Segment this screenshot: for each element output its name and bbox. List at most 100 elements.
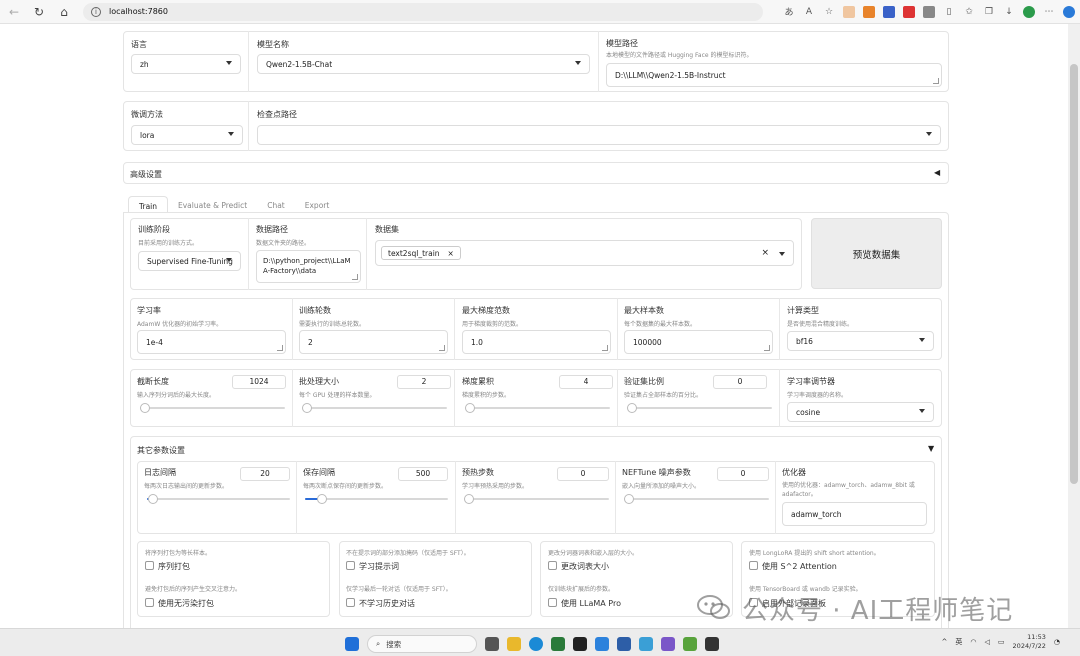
extension-icon[interactable] [843, 5, 855, 18]
lang-select[interactable]: zh [131, 54, 241, 74]
app-icon[interactable] [551, 637, 565, 651]
neat-packing-checkbox[interactable] [145, 598, 154, 607]
extension-icon[interactable] [863, 5, 875, 18]
data-dir-input[interactable]: D:\\python_project\\LLaMA-Factory\\data [256, 250, 361, 283]
collapse-arrow-icon[interactable]: ◀ [934, 168, 940, 177]
finetune-select[interactable]: lora [131, 125, 243, 145]
volume-icon[interactable]: ◁ [985, 638, 990, 646]
grad-acc-number[interactable]: 4 [559, 375, 613, 389]
app-icon[interactable] [639, 637, 653, 651]
wifi-icon[interactable]: ◠ [970, 638, 976, 646]
clear-icon[interactable]: × [761, 248, 769, 258]
download-icon[interactable]: ↓ [1003, 6, 1015, 18]
epochs-input[interactable]: 2 [299, 330, 448, 354]
slider-handle[interactable] [465, 403, 475, 413]
slider-handle[interactable] [624, 494, 634, 504]
notification-bell-icon[interactable]: ◔ [1054, 638, 1060, 646]
optim-input[interactable]: adamw_torch [782, 502, 927, 526]
warmup-number[interactable]: 0 [557, 467, 609, 481]
mask-history-checkbox[interactable] [346, 598, 355, 607]
cutoff-slider[interactable] [140, 403, 285, 413]
task-view-icon[interactable] [485, 637, 499, 651]
sched-select[interactable]: cosine [787, 402, 934, 422]
ime-indicator[interactable]: 英 [955, 637, 962, 647]
batch-slider[interactable] [302, 403, 447, 413]
save-slider[interactable] [305, 494, 448, 504]
resize-grip-icon[interactable] [277, 345, 283, 351]
resize-grip-icon[interactable] [439, 345, 445, 351]
model-path-input[interactable]: D:\\LLM\\Qwen2-1.5B-Instruct [606, 63, 942, 87]
scrollbar-thumb[interactable] [1070, 64, 1078, 484]
terminal-icon[interactable] [705, 637, 719, 651]
model-name-select[interactable]: Qwen2-1.5B-Chat [257, 54, 590, 74]
site-info-icon[interactable]: i [91, 6, 101, 17]
translate-icon[interactable]: あ [783, 6, 795, 18]
shift-attn-checkbox[interactable] [749, 561, 758, 570]
extension-icon[interactable] [903, 5, 915, 18]
grad-acc-slider[interactable] [465, 403, 610, 413]
train-on-prompt-checkbox[interactable] [346, 561, 355, 570]
app-icon[interactable] [683, 637, 697, 651]
read-aloud-icon[interactable]: A [803, 6, 815, 18]
neft-number[interactable]: 0 [717, 467, 769, 481]
app-icon[interactable] [617, 637, 631, 651]
clock[interactable]: 11:53 2024/7/22 [1013, 633, 1046, 651]
log-slider[interactable] [147, 494, 290, 504]
reload-icon[interactable]: ↻ [28, 1, 50, 23]
grad-norm-input[interactable]: 1.0 [462, 330, 611, 354]
lr-input[interactable]: 1e-4 [137, 330, 286, 354]
slider-handle[interactable] [464, 494, 474, 504]
more-icon[interactable]: ⋯ [1043, 6, 1055, 18]
app-icon[interactable] [661, 637, 675, 651]
save-number[interactable]: 500 [398, 467, 448, 481]
chevron-up-icon[interactable]: ^ [942, 638, 948, 646]
resize-grip-icon[interactable] [764, 345, 770, 351]
extension-icon[interactable] [883, 5, 895, 18]
stage-select[interactable]: Supervised Fine-Tuning [138, 251, 241, 271]
resize-grip-icon[interactable] [602, 345, 608, 351]
resize-grip-icon[interactable] [352, 274, 358, 280]
battery-icon[interactable]: ▭ [998, 638, 1005, 646]
collections-icon[interactable]: ❐ [983, 6, 995, 18]
slider-handle[interactable] [140, 403, 150, 413]
copilot-icon[interactable] [1063, 5, 1075, 18]
batch-number[interactable]: 2 [397, 375, 451, 389]
val-number[interactable]: 0 [713, 375, 767, 389]
ckpt-select[interactable] [257, 125, 941, 145]
favorite-star-icon[interactable]: ☆ [823, 6, 835, 18]
slider-handle[interactable] [148, 494, 158, 504]
other-params-title[interactable]: 其它参数设置 [137, 445, 185, 456]
cutoff-number[interactable]: 1024 [232, 375, 286, 389]
page-scrollbar[interactable] [1068, 24, 1080, 628]
slider-handle[interactable] [627, 403, 637, 413]
slider-handle[interactable] [317, 494, 327, 504]
warmup-slider[interactable] [464, 494, 609, 504]
advanced-settings-accordion[interactable] [123, 162, 949, 184]
preview-dataset-button[interactable]: 预览数据集 [811, 218, 942, 289]
app-icon[interactable] [595, 637, 609, 651]
taskbar-search[interactable]: ⌕ 搜索 [367, 635, 477, 653]
file-explorer-icon[interactable] [507, 637, 521, 651]
extension-icon[interactable] [1023, 5, 1035, 18]
resize-grip-icon[interactable] [933, 78, 939, 84]
address-bar[interactable]: i localhost:7860 [83, 2, 763, 21]
neft-slider[interactable] [624, 494, 769, 504]
compute-type-select[interactable]: bf16 [787, 331, 934, 351]
extension-icon[interactable] [923, 5, 935, 18]
back-icon[interactable]: ← [3, 1, 25, 23]
max-samples-input[interactable]: 100000 [624, 330, 773, 354]
remove-chip-icon[interactable]: × [448, 249, 454, 258]
packing-checkbox[interactable] [145, 561, 154, 570]
resize-vocab-checkbox[interactable] [548, 561, 557, 570]
windows-start-icon[interactable] [345, 637, 359, 651]
app-icon[interactable] [573, 637, 587, 651]
val-slider[interactable] [627, 403, 772, 413]
log-number[interactable]: 20 [240, 467, 290, 481]
home-icon[interactable]: ⌂ [53, 1, 75, 23]
favorites-icon[interactable]: ✩ [963, 6, 975, 18]
expand-arrow-icon[interactable]: ▼ [928, 444, 934, 453]
split-screen-icon[interactable]: ▯ [943, 6, 955, 18]
slider-handle[interactable] [302, 403, 312, 413]
llama-pro-checkbox[interactable] [548, 598, 557, 607]
edge-icon[interactable] [529, 637, 543, 651]
